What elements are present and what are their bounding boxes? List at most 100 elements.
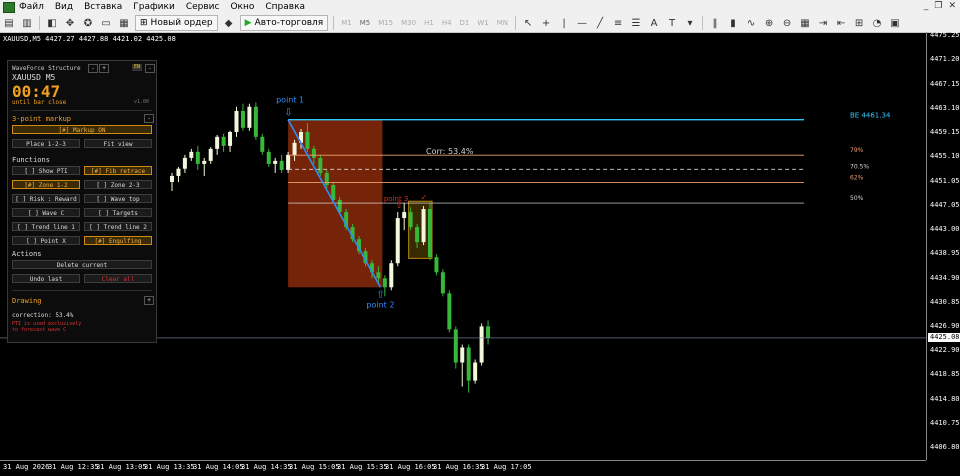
price-tick-label: 4426.90 [930,322,960,331]
fibo-icon[interactable]: ☰ [629,16,643,30]
undo-last-button[interactable]: Undo last [12,274,80,283]
time-axis[interactable]: 31 Aug 2026 31 Aug 12:35 31 Aug 13:05 31 Au… [0,460,926,476]
fit-view-button[interactable]: Fit view [84,139,152,148]
point-2-arrow-icon: ⇧ [376,289,384,300]
navigator-icon[interactable]: ✪ [81,16,95,30]
price-tick-label: 4463.10 [930,104,960,113]
markup-on-button[interactable]: [#] Markup ON [12,125,152,134]
time-tick-label: 31 Aug 16:05 [385,463,436,471]
price-tick-label: 4447.05 [930,200,960,209]
price-tick-label: 4467.15 [930,79,960,88]
risk-reward-button[interactable]: [ ] Risk : Reward [12,194,80,203]
chart-shift-icon[interactable]: ⇤ [834,16,848,30]
candle-body [208,148,213,161]
tf-h4[interactable]: H4 [442,19,452,27]
drawing-expand-button[interactable]: + [144,296,154,305]
cursor-icon[interactable]: ↖ [521,16,535,30]
templates-icon[interactable]: ▣ [888,16,902,30]
delete-current-button[interactable]: Delete current [12,260,152,269]
engulfing-marker-icon: ✓ [421,193,428,202]
menu-view[interactable]: Вид [55,2,73,12]
tf-mn[interactable]: MN [497,19,508,27]
price-tick-label: 4422.90 [930,346,960,355]
menu-charts[interactable]: Графики [133,2,175,12]
shapes-icon[interactable]: ▾ [683,16,697,30]
new-order-button[interactable]: ⊞ Новый ордер [135,15,218,31]
zoom-out-icon[interactable]: ⊖ [780,16,794,30]
vertical-line-icon[interactable]: | [557,16,571,30]
zone-23-button[interactable]: [ ] Zone 2-3 [84,180,152,189]
terminal-icon[interactable]: ▭ [99,16,113,30]
tester-icon[interactable]: ▦ [117,16,131,30]
label-icon[interactable]: T [665,16,679,30]
new-order-icon: ⊞ [140,18,148,28]
tf-w1[interactable]: W1 [477,19,488,27]
periods-icon[interactable]: ◔ [870,16,884,30]
fib-79-label: 79% [850,147,864,154]
crosshair-tool-icon[interactable]: + [539,16,553,30]
horizontal-line-icon[interactable]: — [575,16,589,30]
candle-body [247,106,252,128]
menu-window[interactable]: Окно [230,2,254,12]
candle-body [473,362,478,381]
trend-line-2-button[interactable]: [ ] Trend line 2 [84,222,152,231]
language-button[interactable]: EN [132,64,142,71]
candle-body [305,132,310,149]
restore-icon[interactable]: ❐ [934,1,942,11]
engulfing-button[interactable]: [#] Engulfing [84,236,152,245]
tf-m1[interactable]: M1 [341,19,352,27]
price-tick-label: 4438.95 [930,249,960,258]
point-3-label: point 3 [384,195,409,203]
auto-trading-icon: ▶ [244,18,252,28]
wave-top-button[interactable]: [ ] Wave top [84,194,152,203]
tf-h1[interactable]: H1 [424,19,434,27]
tf-m30[interactable]: M30 [401,19,416,27]
tf-d1[interactable]: D1 [460,19,470,27]
auto-trading-button[interactable]: ▶ Авто-торговля [239,15,329,31]
bar-timer-caption: until bar close [12,99,67,106]
fib-retrace-button[interactable]: [#] Fib retrace [84,166,152,175]
show-pti-button[interactable]: [ ] Show PTI [12,166,80,175]
chart-header: XAUUSD,M5 4427.27 4427.88 4421.02 4425.0… [3,35,176,43]
panel-minimize-button[interactable]: - [88,64,98,73]
price-tick-label: 4455.10 [930,152,960,161]
market-watch-icon[interactable]: ◧ [45,16,59,30]
panel-expand-button[interactable]: + [99,64,109,73]
zone-12-button[interactable]: [#] Zone 1-2 [12,180,80,189]
price-axis[interactable]: 4475.25 4471.20 4467.15 4463.10 4459.15 4455.… [926,31,960,460]
menu-help[interactable]: Справка [265,2,305,12]
profiles-icon[interactable]: ▥ [20,16,34,30]
wave-c-button[interactable]: [ ] Wave C [12,208,80,217]
indicators-icon[interactable]: ⊞ [852,16,866,30]
price-tick-label: 4443.00 [930,225,960,234]
line-chart-icon[interactable]: ∿ [744,16,758,30]
channel-icon[interactable]: ≡ [611,16,625,30]
menu-service[interactable]: Сервис [186,2,220,12]
minimize-icon[interactable]: _ [924,1,929,11]
trendline-icon[interactable]: ╱ [593,16,607,30]
metaeditor-icon[interactable]: ◆ [222,16,236,30]
tf-m15[interactable]: M15 [378,19,393,27]
bar-chart-icon[interactable]: ‖ [708,16,722,30]
clear-all-button[interactable]: Clear all [84,274,152,283]
close-icon[interactable]: ✕ [948,1,956,11]
autoscroll-icon[interactable]: ⇥ [816,16,830,30]
tile-icon[interactable]: ▦ [798,16,812,30]
menu-file[interactable]: Файл [19,2,44,12]
panel-symbol: XAUUSD M5 [12,73,56,82]
price-tick-label: 4414.80 [930,394,960,403]
zoom-in-icon[interactable]: ⊕ [762,16,776,30]
panel-collapse-button[interactable]: - [145,64,155,73]
trend-line-1-button[interactable]: [ ] Trend line 1 [12,222,80,231]
menu-insert[interactable]: Вставка [84,2,122,12]
targets-button[interactable]: [ ] Targets [84,208,152,217]
new-chart-icon[interactable]: ▤ [2,16,16,30]
candle-chart-icon[interactable]: ▮ [726,16,740,30]
place-123-button[interactable]: Place 1-2-3 [12,139,80,148]
text-icon[interactable]: A [647,16,661,30]
crosshair-icon[interactable]: ✥ [63,16,77,30]
markup-collapse-button[interactable]: - [144,114,154,123]
tf-m5[interactable]: M5 [360,19,371,27]
new-order-label: Новый ордер [150,18,213,28]
point-x-button[interactable]: [ ] Point X [12,236,80,245]
